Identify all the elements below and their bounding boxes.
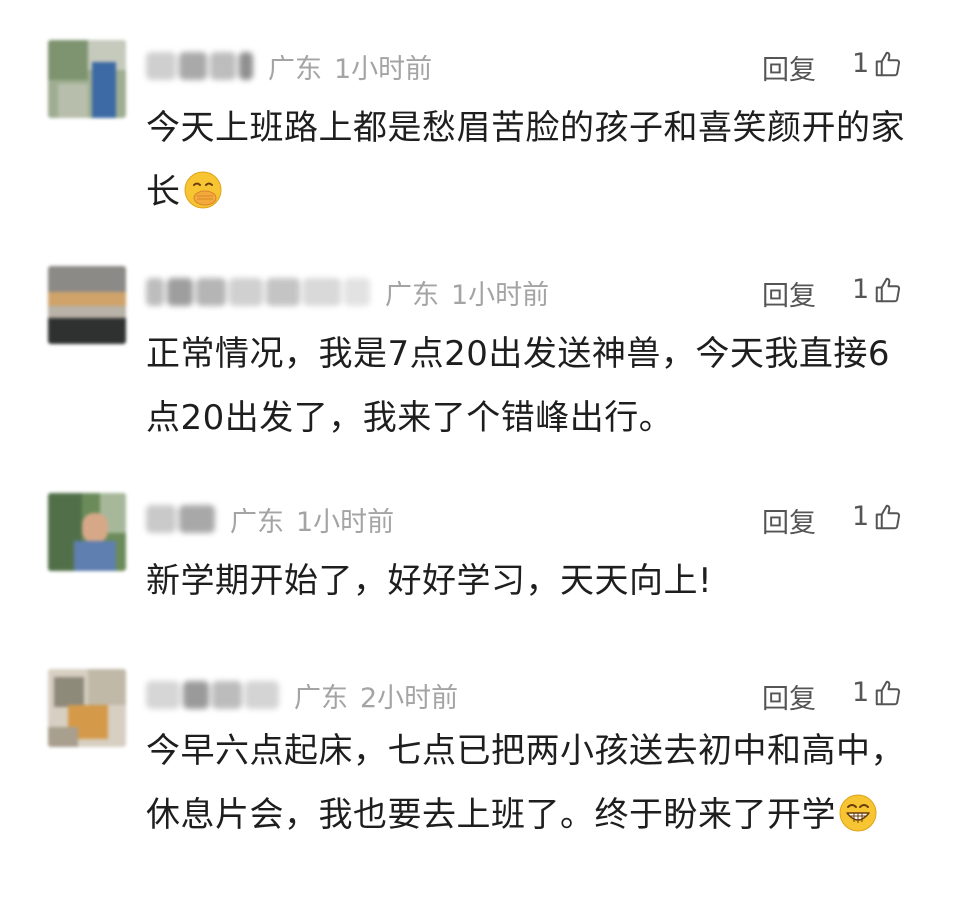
avatar[interactable] <box>48 266 126 344</box>
comment-text: 正常情况，我是7点20出发送神兽，今天我直接6点20出发了，我来了个错峰出行。 <box>146 334 891 438</box>
like-button[interactable]: 1 <box>852 677 903 708</box>
timestamp: 1小时前 <box>334 53 433 85</box>
comment-meta: 广东 1小时前 <box>146 499 394 539</box>
like-button[interactable]: 1 <box>852 501 903 532</box>
comment-meta: 广东 2小时前 <box>146 675 458 715</box>
grinning-emoji <box>839 794 877 832</box>
thumbs-up-icon <box>875 680 901 705</box>
timestamp: 1小时前 <box>451 279 550 311</box>
hand-over-mouth-emoji <box>184 171 221 209</box>
timestamp: 2小时前 <box>360 682 459 714</box>
location: 广东 <box>294 682 348 714</box>
comment-meta: 广东 1小时前 <box>146 272 549 312</box>
thumbs-up-icon <box>875 51 901 76</box>
comment-text: 新学期开始了，好好学习，天天向上! <box>146 561 713 601</box>
reply-button[interactable]: 回复 <box>762 501 816 540</box>
username-blurred[interactable] <box>146 678 282 712</box>
reply-button[interactable]: 回复 <box>762 274 816 313</box>
thumbs-up-icon <box>875 277 901 302</box>
like-count: 1 <box>852 48 870 79</box>
reply-button[interactable]: 回复 <box>762 48 816 87</box>
like-button[interactable]: 1 <box>852 48 903 79</box>
username-blurred[interactable] <box>146 49 256 83</box>
location: 广东 <box>268 53 322 85</box>
like-count: 1 <box>852 677 870 708</box>
thumbs-up-icon <box>875 504 901 529</box>
location: 广东 <box>230 506 284 538</box>
location: 广东 <box>385 279 439 311</box>
comment-meta: 广东 1小时前 <box>146 46 432 86</box>
like-button[interactable]: 1 <box>852 274 903 305</box>
like-count: 1 <box>852 501 870 532</box>
timestamp: 1小时前 <box>296 506 395 538</box>
avatar[interactable] <box>48 669 126 747</box>
avatar[interactable] <box>48 40 126 118</box>
username-blurred[interactable] <box>146 502 218 536</box>
reply-button[interactable]: 回复 <box>762 677 816 716</box>
like-count: 1 <box>852 274 870 305</box>
username-blurred[interactable] <box>146 275 373 309</box>
avatar[interactable] <box>48 493 126 571</box>
comment-text: 今天上班路上都是愁眉苦脸的孩子和喜笑颜开的家长 <box>146 108 905 212</box>
comment-text: 今早六点起床，七点已把两小孩送去初中和高中，休息片会，我也要去上班了。终于盼来了… <box>146 731 905 835</box>
